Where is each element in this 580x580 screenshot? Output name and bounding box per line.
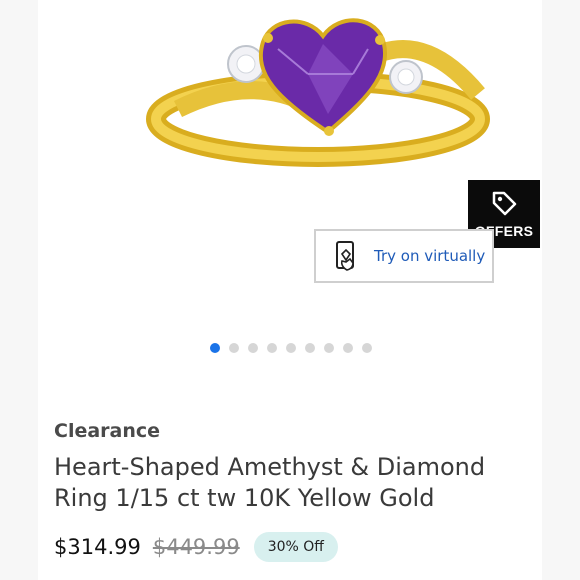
carousel-dot[interactable] [210,343,220,353]
carousel-dot[interactable] [343,343,353,353]
carousel-dot[interactable] [248,343,258,353]
ring-product-image [146,18,490,167]
carousel-pagination [210,343,372,353]
carousel-dot[interactable] [305,343,315,353]
sale-price: $314.99 [54,535,141,559]
product-title: Heart-Shaped Amethyst & Diamond Ring 1/1… [54,453,486,512]
tag-icon [492,191,517,216]
carousel-dot[interactable] [229,343,239,353]
original-price: $449.99 [152,535,240,559]
try-on-label: Try on virtually [374,247,486,265]
phone-hand-icon [336,241,354,271]
carousel-dot[interactable] [267,343,277,353]
carousel-dot[interactable] [286,343,296,353]
product-image-gallery[interactable]: OFFERS Try on virtually [38,0,542,330]
price-row: $314.99 $449.99 30% Off [54,532,338,562]
carousel-dot[interactable] [324,343,334,353]
discount-badge: 30% Off [253,532,338,562]
product-category: Clearance [54,420,161,442]
try-on-virtually-button[interactable]: Try on virtually [314,229,494,283]
product-page: OFFERS Try on virtually Clearance Heart-… [38,0,542,580]
carousel-dot[interactable] [362,343,372,353]
